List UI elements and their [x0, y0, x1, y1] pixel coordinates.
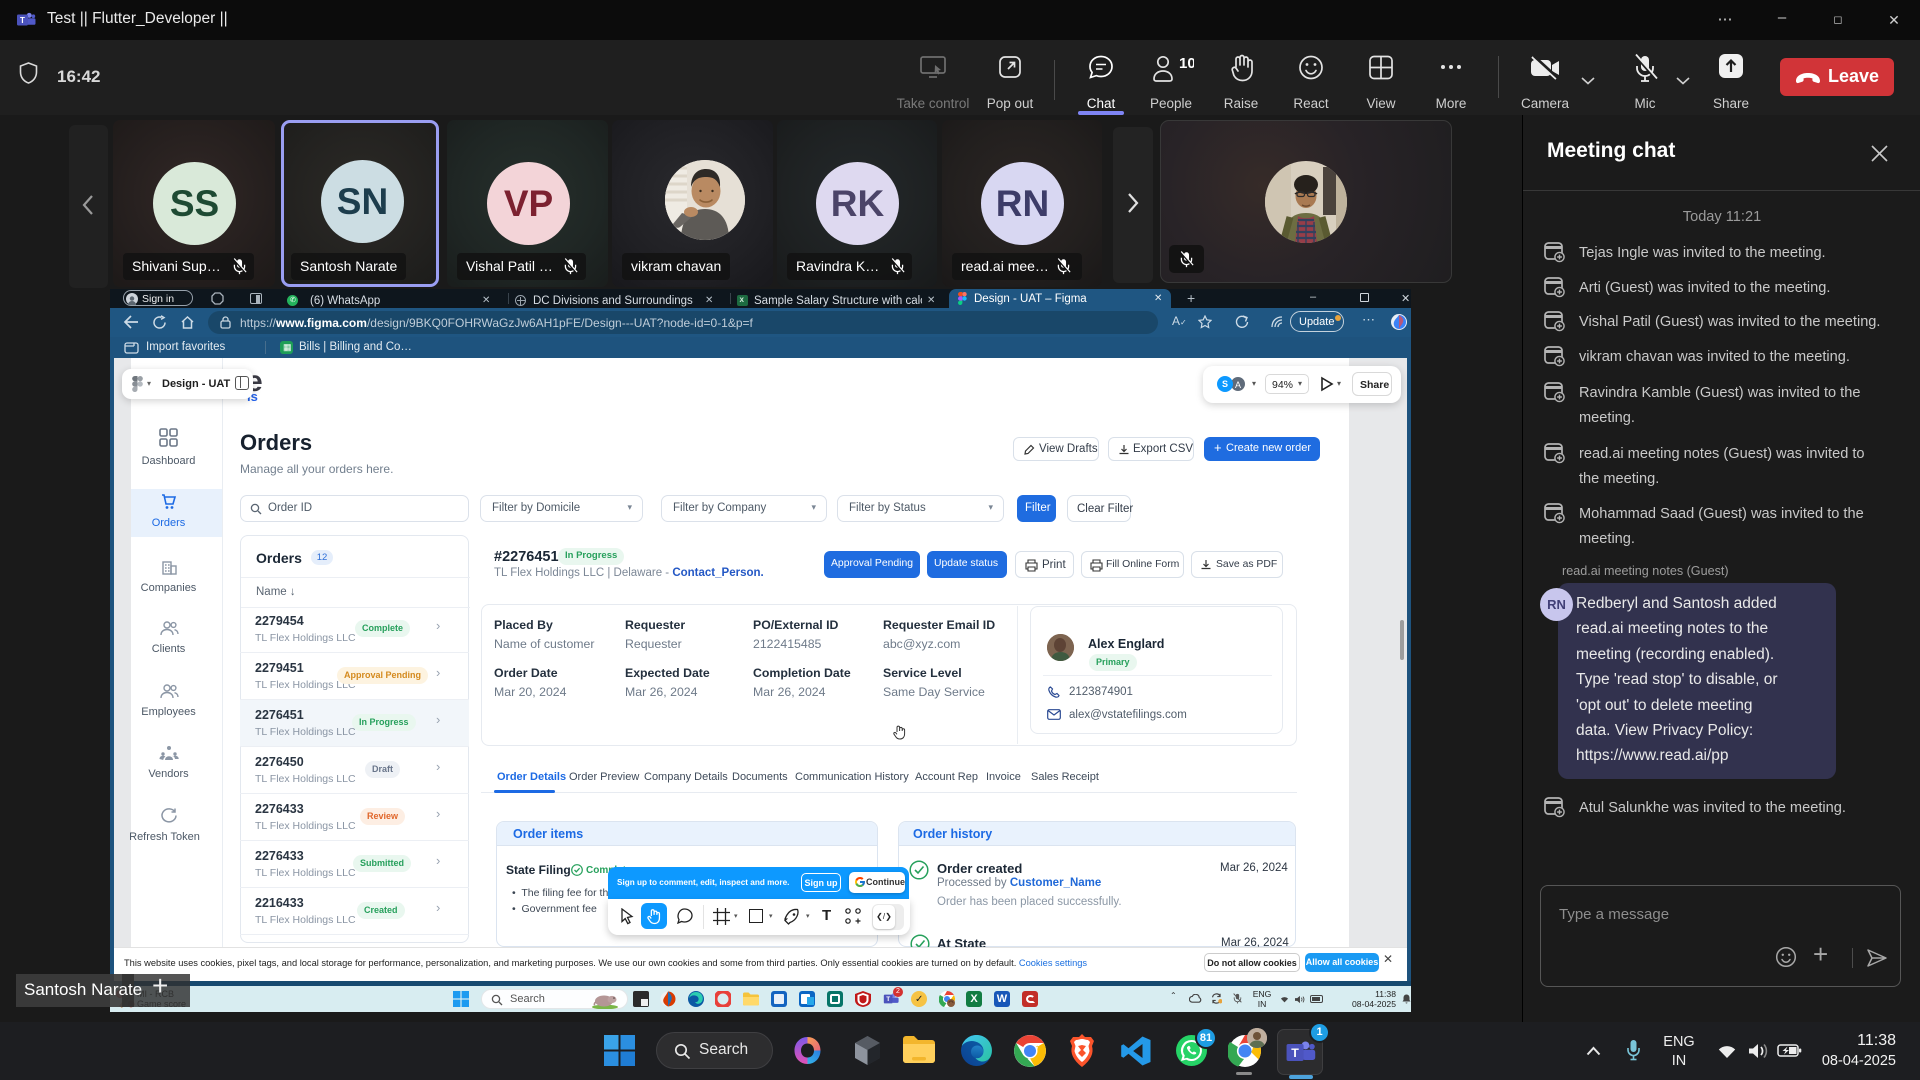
svg-text:T: T	[1291, 1046, 1299, 1060]
svg-text:T: T	[886, 996, 890, 1003]
